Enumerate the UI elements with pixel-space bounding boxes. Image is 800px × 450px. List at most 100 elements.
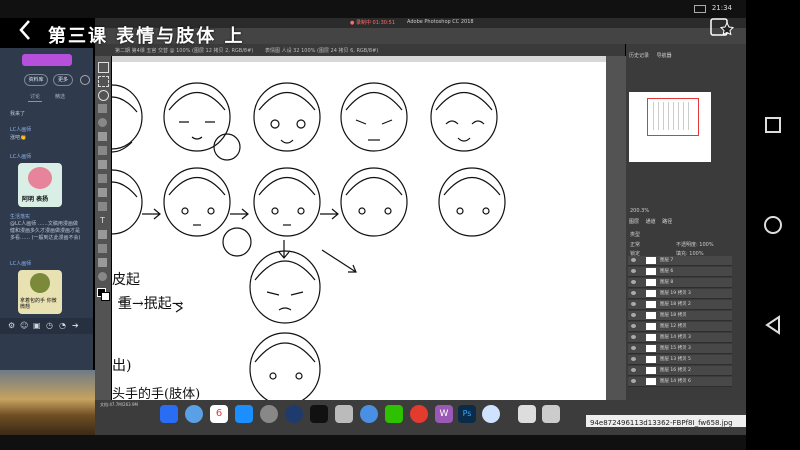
image-icon[interactable]: ▣ (33, 321, 41, 330)
sketch-app-icon[interactable] (285, 405, 303, 423)
layer-row[interactable]: 图层 14 拷贝 6 (628, 377, 732, 387)
trash-icon[interactable] (542, 405, 560, 423)
status-time: 21:34 (711, 4, 732, 12)
more-button[interactable]: 更多 (53, 74, 73, 86)
share-button[interactable] (708, 15, 735, 39)
tab-discussion[interactable]: 讨论 (30, 93, 40, 100)
tab-featured[interactable]: 精选 (55, 93, 65, 100)
clock-icon[interactable]: ◔ (59, 321, 66, 330)
add-icon[interactable] (80, 75, 90, 85)
layer-row[interactable]: 图层 14 拷贝 3 (628, 333, 732, 343)
downloaded-filename[interactable]: 94e872496113d13362-FBPf8I_fw658.jpg (590, 419, 733, 427)
ps-canvas[interactable]: 皮起 重→抿起→ 出) 头手的手(肢体) (112, 62, 606, 400)
eye-icon[interactable] (631, 291, 636, 295)
tab-navigator[interactable]: 导航器 (657, 53, 672, 59)
navigator-thumbnail[interactable] (629, 92, 711, 162)
handwriting-4: 头手的手(肢体) (112, 386, 200, 400)
crop-tool-icon[interactable] (98, 104, 107, 113)
document-icon[interactable] (518, 405, 536, 423)
tab-channels[interactable]: 通道 (646, 219, 656, 225)
move-tool-icon[interactable] (98, 62, 109, 73)
eyedropper-tool-icon[interactable] (98, 118, 107, 127)
circle-icon (764, 216, 782, 234)
layer-thumbnail (646, 268, 656, 275)
handwriting-3: 出) (112, 358, 131, 374)
layer-row[interactable]: 图层 8 (628, 278, 732, 288)
sticker-caption: 拿着包的手 你微微翘 (20, 298, 57, 310)
eye-icon[interactable] (631, 368, 636, 372)
photoshop-icon[interactable]: Ps (458, 405, 476, 423)
zoom-tool-icon[interactable] (98, 272, 107, 281)
layer-name: 图层 8 (660, 280, 674, 285)
launchpad-icon[interactable] (185, 405, 203, 423)
layer-row[interactable]: 图层 7 (628, 256, 732, 266)
shape-tool-icon[interactable] (98, 244, 107, 253)
layer-row[interactable]: 图层 6 (628, 267, 732, 277)
lasso-tool-icon[interactable] (98, 90, 109, 101)
back-nav-button[interactable] (758, 310, 788, 340)
doc-tab-2[interactable]: 表情图 人设 32 100% (图层 24 拷贝 6, RGB/8#) (265, 47, 378, 54)
brush-tool-icon[interactable] (98, 132, 107, 141)
tab-paths[interactable]: 路径 (662, 219, 672, 225)
eye-icon[interactable] (631, 280, 636, 284)
layer-row[interactable]: 图层 16 拷贝 2 (628, 366, 732, 376)
collapse-icon[interactable]: ➔ (72, 321, 79, 330)
qq-icon[interactable] (310, 405, 328, 423)
emoji-icon[interactable]: ☺ (20, 321, 28, 330)
recent-apps-button[interactable] (758, 110, 788, 140)
layer-row[interactable]: 图层 18 拷贝 (628, 311, 732, 321)
eye-icon[interactable] (631, 335, 636, 339)
gradient-tool-icon[interactable] (98, 174, 107, 183)
wechat-icon[interactable] (385, 405, 403, 423)
eye-icon[interactable] (631, 357, 636, 361)
finder-icon[interactable] (160, 405, 178, 423)
tab-layers[interactable]: 图层 (629, 219, 639, 225)
type-tool-icon[interactable]: T (98, 216, 107, 225)
eye-icon[interactable] (631, 324, 636, 328)
layer-name: 图层 15 拷贝 3 (660, 346, 691, 351)
eye-icon[interactable] (631, 258, 636, 262)
layer-thumbnail (646, 378, 656, 385)
path-tool-icon[interactable] (98, 230, 107, 239)
doc-tab-1[interactable]: 第二期 第4课 五官 交替 @ 100% (图层 12 拷贝 2, RGB/8#… (115, 47, 253, 54)
system-prefs-icon[interactable] (260, 405, 278, 423)
layer-row[interactable]: 图层 13 拷贝 5 (628, 355, 732, 365)
library-button[interactable]: 资料库 (24, 74, 48, 86)
back-button[interactable] (16, 18, 36, 42)
baidu-icon[interactable] (360, 405, 378, 423)
stamp-tool-icon[interactable] (98, 146, 107, 155)
preview-icon[interactable] (335, 405, 353, 423)
eraser-tool-icon[interactable] (98, 160, 107, 169)
eye-icon[interactable] (631, 379, 636, 383)
app-store-icon[interactable] (235, 405, 253, 423)
hand-tool-icon[interactable] (98, 258, 107, 267)
marquee-tool-icon[interactable] (98, 76, 109, 87)
eye-icon[interactable] (631, 302, 636, 306)
chat-user: LC人画师 (10, 154, 32, 160)
layer-thumbnail (646, 290, 656, 297)
qq-browser-icon[interactable] (482, 405, 500, 423)
layer-row[interactable]: 图层 18 拷贝 2 (628, 300, 732, 310)
tab-history[interactable]: 历史记录 (629, 53, 649, 59)
dodge-tool-icon[interactable] (98, 202, 107, 211)
eye-icon[interactable] (631, 346, 636, 350)
history-icon[interactable]: ◷ (46, 321, 53, 330)
chrome-icon[interactable] (410, 405, 428, 423)
background-color-icon[interactable] (101, 292, 110, 301)
blur-tool-icon[interactable] (98, 188, 107, 197)
layer-row[interactable]: 图层 15 拷贝 3 (628, 344, 732, 354)
gear-icon[interactable]: ⚙ (8, 321, 15, 330)
opacity-field[interactable]: 不透明度: 100% (676, 241, 714, 248)
word-app-icon[interactable]: W (435, 405, 453, 423)
ps-toolbar: T (95, 56, 111, 400)
layer-row[interactable]: 图层 19 拷贝 3 (628, 289, 732, 299)
eye-icon[interactable] (631, 269, 636, 273)
chat-toolbar: ⚙ ☺ ▣ ◷ ◔ ➔ (0, 318, 93, 334)
layer-kind-filter[interactable]: 类型 (630, 231, 640, 238)
blend-mode-select[interactable]: 正常 (630, 241, 640, 248)
calendar-icon[interactable]: 6 (210, 405, 228, 423)
home-button[interactable] (758, 210, 788, 240)
recording-indicator: ● 录制中 01:30:51 (350, 20, 395, 26)
eye-icon[interactable] (631, 313, 636, 317)
layer-row[interactable]: 图层 12 拷贝 (628, 322, 732, 332)
